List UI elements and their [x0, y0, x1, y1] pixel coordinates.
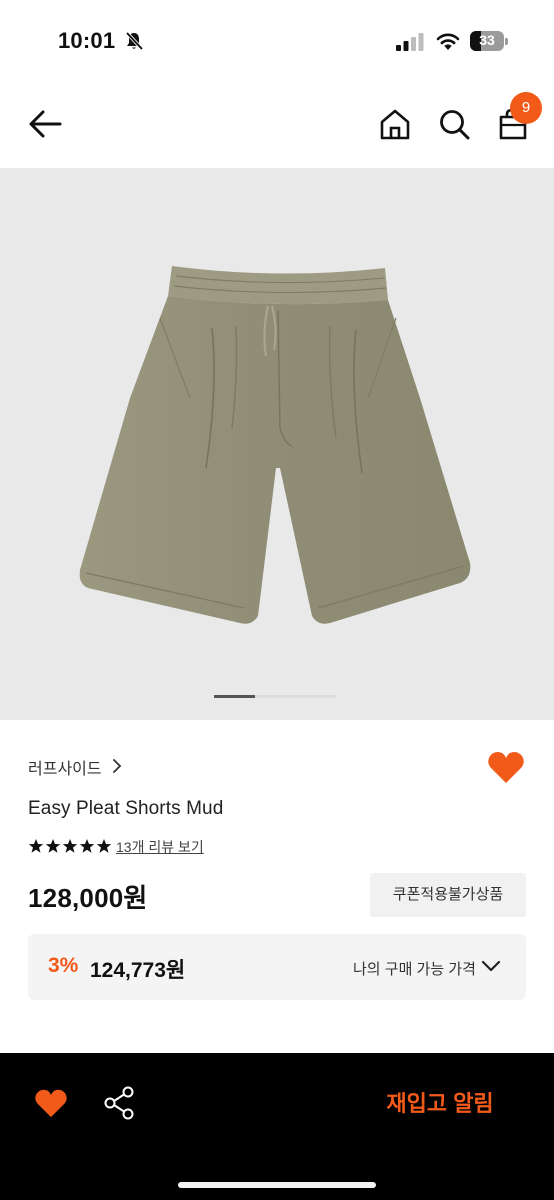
status-bar: 10:01 33: [0, 0, 554, 80]
search-icon[interactable]: [437, 107, 471, 141]
coupon-unavailable-badge: 쿠폰적용불가상품: [370, 873, 526, 917]
my-purchase-price: 124,773원: [90, 959, 186, 982]
signal-icon: [396, 33, 424, 51]
my-price-label: 나의 구매 가능 가격: [353, 961, 476, 978]
chevron-down-icon[interactable]: [481, 959, 501, 973]
bell-slash-icon: [125, 31, 144, 51]
product-name: Easy Pleat Shorts Mud: [28, 798, 224, 819]
home-icon[interactable]: [378, 107, 412, 141]
bottom-action-bar: 재입고 알림: [0, 1053, 554, 1200]
discount-rate: 3%: [48, 954, 79, 977]
status-time: 10:01: [58, 28, 116, 53]
carousel-indicator: [214, 695, 336, 698]
star-icon: [28, 839, 44, 853]
star-icon: [96, 839, 112, 853]
review-link[interactable]: 13개 리뷰 보기: [116, 837, 204, 857]
cart-count-badge[interactable]: 9: [510, 92, 542, 124]
heart-icon[interactable]: [34, 1088, 68, 1118]
brand-link[interactable]: 러프사이드: [28, 755, 102, 779]
shorts-image: [79, 266, 471, 624]
star-icon: [79, 839, 95, 853]
carousel-active-segment: [214, 695, 255, 698]
wifi-icon: [436, 33, 460, 50]
wishlist-heart-icon[interactable]: [487, 750, 525, 784]
product-image[interactable]: [0, 168, 554, 720]
star-icon: [62, 839, 78, 853]
battery-level: 33: [479, 32, 495, 48]
chevron-right-icon[interactable]: [111, 757, 123, 775]
battery-icon: 33: [470, 31, 508, 51]
top-nav: [0, 80, 554, 168]
restock-alert-button[interactable]: 재입고 알림: [360, 1087, 520, 1121]
home-indicator: [178, 1182, 376, 1188]
rating-stars: [28, 838, 112, 854]
star-icon: [45, 839, 61, 853]
back-arrow-icon[interactable]: [26, 108, 64, 140]
product-price: 128,000원: [28, 883, 148, 913]
share-icon[interactable]: [103, 1086, 135, 1120]
my-price-dropdown[interactable]: 3% 124,773원 나의 구매 가능 가격: [28, 934, 526, 1000]
